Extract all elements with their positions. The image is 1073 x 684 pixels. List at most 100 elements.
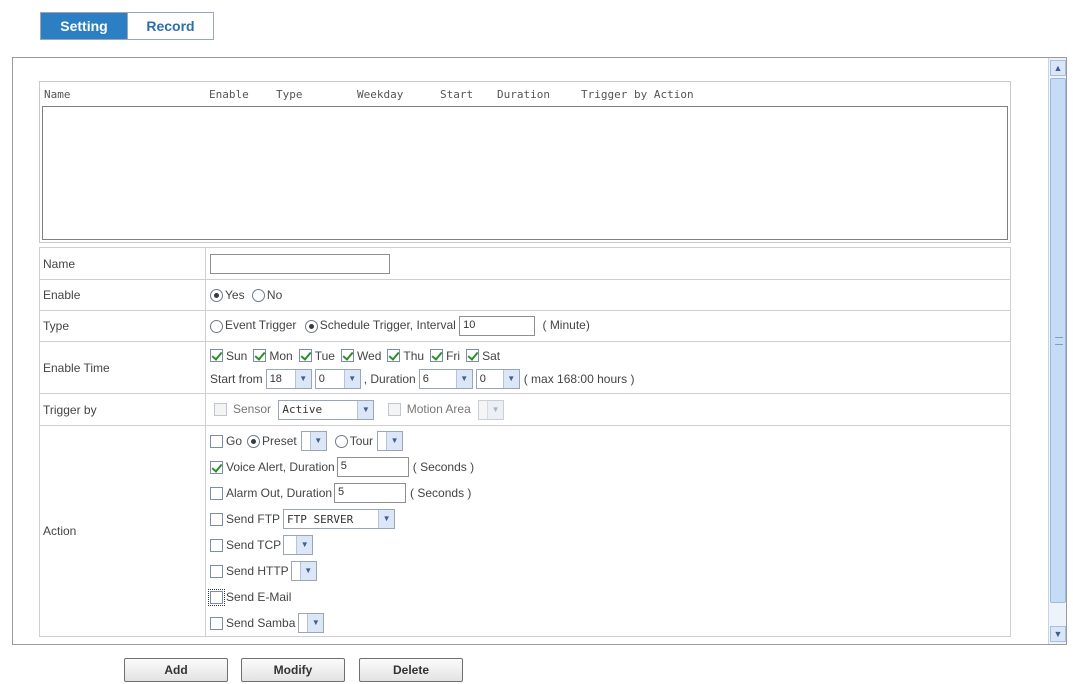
scrollbar-thumb[interactable] [1050, 78, 1066, 603]
send-tcp-label: Send TCP [226, 538, 282, 552]
send-samba-label: Send Samba [226, 616, 296, 630]
enable-yes-label: Yes [225, 287, 245, 302]
motion-area-select[interactable]: ▼ [478, 399, 505, 420]
voice-duration-input[interactable]: 5 [336, 457, 409, 477]
duration-label: , Duration [363, 371, 416, 386]
start-minute-select[interactable]: 0 ▼ [314, 368, 361, 389]
tab-setting[interactable]: Setting [41, 13, 127, 39]
action-http-row: Send HTTP ▼ [210, 558, 1010, 584]
enable-no-radio[interactable] [251, 289, 265, 303]
tab-record[interactable]: Record [127, 13, 213, 39]
preset-radio[interactable] [247, 434, 261, 448]
action-tcp-row: Send TCP ▼ [210, 532, 1010, 558]
preset-select[interactable]: ▼ [300, 431, 327, 451]
duration-minute-select[interactable]: 0 ▼ [475, 368, 520, 389]
day-wed-label: Wed [356, 348, 382, 363]
alarm-out-checkbox[interactable] [210, 486, 223, 500]
voice-duration-unit: ( Seconds ) [412, 460, 475, 474]
send-ftp-checkbox[interactable] [210, 512, 223, 526]
duration-hour-value: 6 [422, 372, 429, 385]
action-email-row: Send E-Mail [208, 584, 1010, 610]
vertical-scrollbar[interactable]: ▲ ▼ [1048, 58, 1066, 644]
weekday-row: Sun Mon Tue Wed Thu Fri Sat [210, 345, 1010, 367]
send-ftp-label: Send FTP [226, 512, 281, 526]
day-mon-checkbox[interactable] [253, 349, 267, 362]
sensor-value: Active [282, 403, 323, 416]
name-input[interactable] [210, 253, 390, 274]
chevron-down-icon: ▼ [309, 432, 326, 450]
enable-yes-radio[interactable] [210, 289, 223, 303]
chevron-down-icon: ▼ [502, 369, 519, 388]
sensor-checkbox[interactable] [214, 403, 227, 416]
trigger-by-label: Trigger by [39, 393, 206, 426]
sensor-select[interactable]: Active ▼ [278, 399, 375, 420]
go-checkbox[interactable] [210, 434, 223, 448]
send-email-checkbox[interactable] [208, 588, 225, 606]
delete-button[interactable]: Delete [359, 658, 463, 682]
interval-input[interactable]: 10 [459, 316, 536, 336]
send-tcp-checkbox[interactable] [210, 538, 223, 552]
send-http-checkbox[interactable] [210, 564, 223, 578]
tcp-select[interactable]: ▼ [283, 535, 314, 555]
sensor-label: Sensor [233, 401, 272, 416]
preset-label: Preset [262, 434, 297, 448]
time-row: Start from 18 ▼ 0 ▼ , Duration 6 ▼ 0 ▼ ( max… [210, 367, 1010, 391]
action-label: Action [39, 425, 206, 637]
name-label: Name [39, 247, 206, 280]
day-sat-label: Sat [482, 348, 501, 363]
max-hours-note: ( max 168:00 hours ) [523, 371, 635, 386]
type-label: Type [39, 310, 206, 342]
schedule-trigger-radio[interactable] [304, 319, 318, 333]
schedule-list-box[interactable] [42, 106, 1008, 240]
duration-hour-select[interactable]: 6 ▼ [418, 368, 473, 389]
tour-label: Tour [349, 434, 374, 448]
tour-radio[interactable] [334, 434, 348, 448]
chevron-down-icon: ▼ [343, 369, 360, 388]
day-sat-checkbox[interactable] [466, 349, 480, 362]
modify-button[interactable]: Modify [241, 658, 345, 682]
column-header-type: Type [276, 88, 303, 101]
chevron-down-icon: ▼ [294, 369, 311, 388]
start-from-label: Start from [210, 371, 263, 386]
day-fri-checkbox[interactable] [430, 349, 444, 362]
alarm-duration-input[interactable]: 5 [334, 483, 407, 503]
chevron-down-icon: ▼ [299, 562, 316, 580]
motion-area-label: Motion Area [406, 401, 471, 416]
chevron-down-icon: ▼ [378, 510, 395, 528]
chevron-down-icon: ▼ [357, 400, 374, 419]
start-hour-value: 18 [269, 372, 282, 385]
send-http-label: Send HTTP [226, 564, 289, 578]
action-go-row: Go Preset ▼ Tour ▼ [210, 428, 1010, 454]
samba-select[interactable]: ▼ [298, 613, 325, 633]
day-tue-checkbox[interactable] [298, 349, 312, 362]
tour-select[interactable]: ▼ [377, 431, 404, 451]
http-select[interactable]: ▼ [290, 561, 317, 581]
send-samba-checkbox[interactable] [210, 616, 223, 630]
chevron-down-icon: ▼ [307, 614, 324, 632]
motion-area-checkbox[interactable] [387, 403, 401, 416]
voice-alert-checkbox[interactable] [210, 460, 223, 474]
chevron-down-icon: ▼ [455, 369, 472, 388]
arrow-down-icon[interactable]: ▼ [1050, 626, 1066, 642]
action-ftp-row: Send FTP FTP SERVER ▼ [210, 506, 1010, 532]
arrow-up-icon[interactable]: ▲ [1050, 60, 1066, 76]
ftp-server-select[interactable]: FTP SERVER ▼ [283, 509, 396, 529]
start-minute-value: 0 [318, 372, 325, 385]
action-alarm-row: Alarm Out, Duration 5 ( Seconds ) [210, 480, 1010, 506]
event-trigger-radio[interactable] [210, 319, 223, 333]
add-button[interactable]: Add [124, 658, 228, 682]
alarm-duration-unit: ( Seconds ) [410, 486, 472, 500]
day-tue-label: Tue [314, 348, 335, 363]
column-header-trigger-action: Trigger by Action [581, 88, 694, 101]
action-voice-row: Voice Alert, Duration 5 ( Seconds ) [210, 454, 1010, 480]
chevron-down-icon: ▼ [386, 432, 403, 450]
day-wed-checkbox[interactable] [340, 349, 354, 362]
grip-icon [1055, 337, 1063, 345]
schedule-list-panel: Name Enable Type Weekday Start Duration … [39, 81, 1011, 243]
day-thu-checkbox[interactable] [387, 349, 401, 362]
day-sun-checkbox[interactable] [210, 349, 223, 362]
column-header-weekday: Weekday [357, 88, 404, 101]
go-label: Go [226, 434, 243, 448]
start-hour-select[interactable]: 18 ▼ [265, 368, 312, 389]
duration-minute-value: 0 [479, 372, 486, 385]
